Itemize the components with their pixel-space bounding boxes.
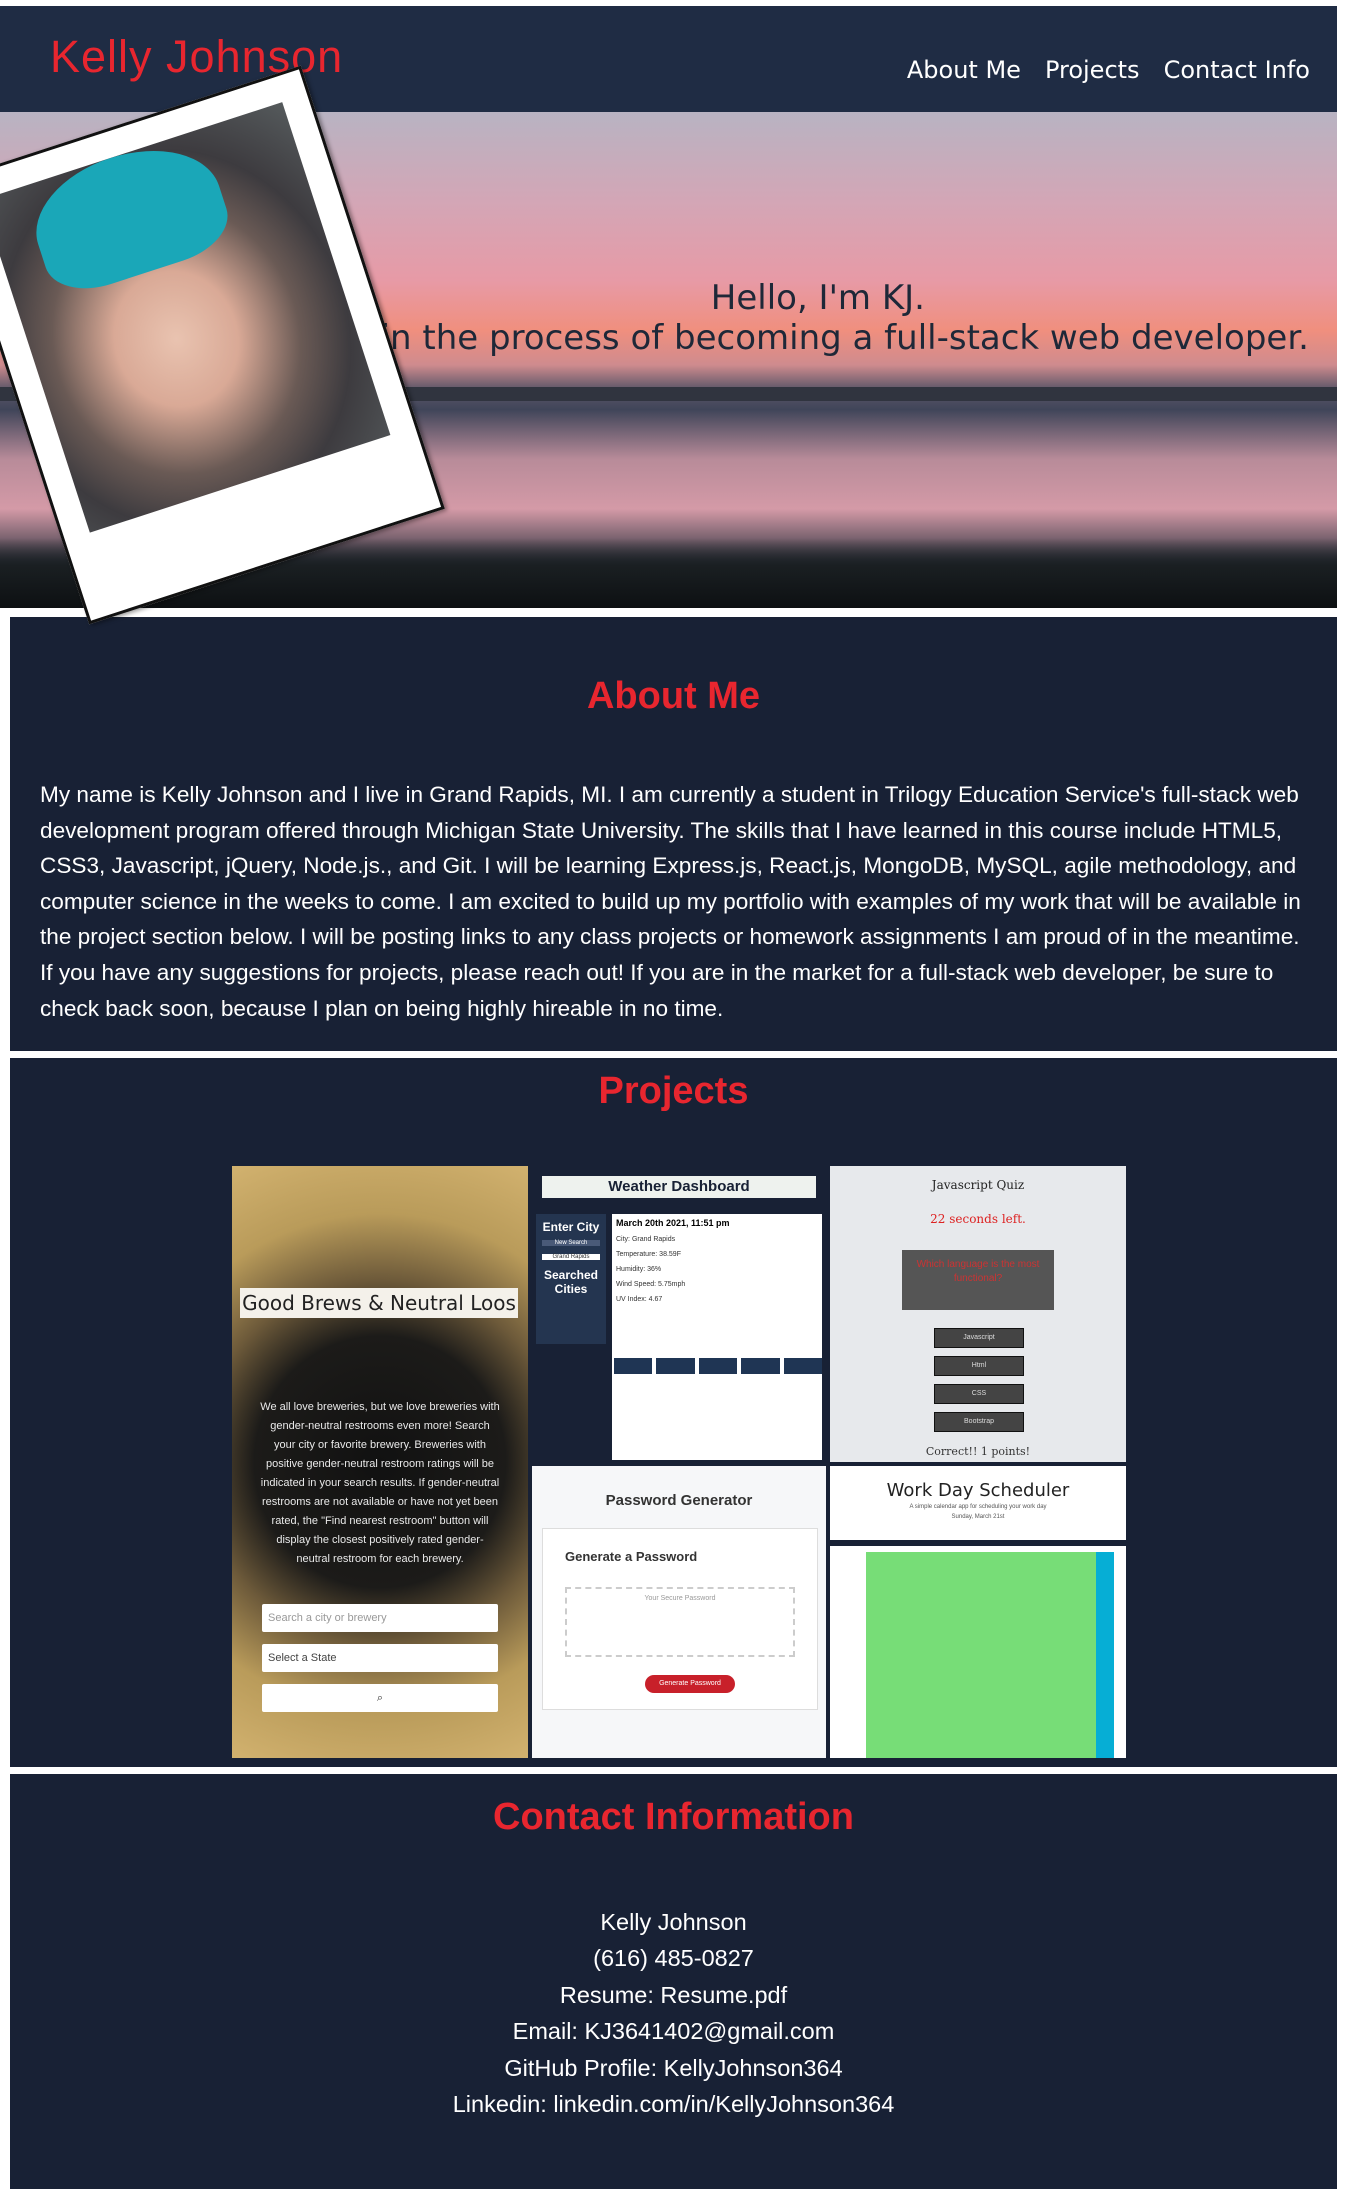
contact-section: Contact Information Kelly Johnson (616) … [10,1774,1337,2189]
forecast-cards [614,1358,823,1458]
forecast-card [614,1358,653,1458]
enter-city-label: Enter City [542,1220,600,1234]
scheduler-title: Work Day Scheduler [886,1480,1070,1501]
forecast-card [783,1358,823,1458]
contact-phone: (616) 485-0827 [593,1945,754,1972]
forecast-card [656,1358,695,1458]
generate-password-button: Generate Password [645,1675,735,1693]
weather-city: City: Grand Rapids [616,1236,676,1243]
grand-rapids-button: Grand Rapids [542,1254,600,1260]
brews-search-input: Search a city or brewery [262,1604,498,1632]
password-subtitle: Generate a Password [565,1549,698,1564]
project-grid: Good Brews & Neutral Loos We all love br… [232,1166,1126,1758]
hero-greeting: Hello, I'm KJ. [710,278,925,318]
weather-sidebar: Enter City New Search Grand Rapids Searc… [536,1214,606,1344]
weather-uv: UV Index: 4.67 [616,1296,663,1303]
brews-state-select: Select a State [262,1644,498,1672]
contact-email-link[interactable]: Email: KJ3641402@gmail.com [10,2013,1337,2049]
profile-photo [0,102,391,533]
hero-tagline: I'm in the process of becoming a full-st… [317,318,1309,358]
forecast-label: 5-Day Forecast: [612,1342,695,1354]
weather-date: March 20th 2021, 11:51 pm [616,1218,730,1228]
contact-linkedin-link[interactable]: Linkedin: linkedin.com/in/KellyJohnson36… [10,2086,1337,2122]
quiz-answer: CSS [934,1384,1024,1404]
contact-name: Kelly Johnson [600,1909,747,1935]
quiz-score: Correct!! 1 points! [925,1445,1031,1458]
quiz-answer: Html [934,1356,1024,1376]
password-card: Generate a Password Your Secure Password… [542,1528,818,1710]
scheduler-header: Work Day Scheduler A simple calendar app… [830,1466,1126,1540]
nav-projects[interactable]: Projects [1045,56,1140,84]
scheduler-rows [866,1552,1096,1758]
contact-heading: Contact Information [493,1796,854,1838]
password-title: Password Generator [605,1492,753,1509]
forecast-card [741,1358,780,1458]
project-work-day-scheduler[interactable]: Work Day Scheduler A simple calendar app… [830,1466,1126,1758]
profile-hair [19,128,238,302]
nav-about[interactable]: About Me [907,56,1021,84]
projects-section: Projects Good Brews & Neutral Loos We al… [10,1058,1337,1767]
projects-heading: Projects [598,1070,749,1112]
forecast-card [698,1358,738,1458]
brews-title: Good Brews & Neutral Loos [240,1288,518,1318]
nav-contact[interactable]: Contact Info [1164,56,1310,84]
scheduler-subtitle: A simple calendar app for scheduling you… [909,1504,1047,1510]
password-output: Your Secure Password [565,1587,795,1657]
navbar: Kelly Johnson About Me Projects Contact … [0,6,1337,112]
about-body: My name is Kelly Johnson and I live in G… [40,782,1301,1021]
weather-temp: Temperature: 38.59F [616,1251,681,1258]
contact-resume-link[interactable]: Resume: Resume.pdf [10,1977,1337,2013]
scheduler-save-column [1096,1552,1114,1758]
nav-links: About Me Projects Contact Info [907,56,1310,84]
project-password-generator[interactable]: Password Generator Generate a Password Y… [532,1466,826,1758]
project-good-brews[interactable]: Good Brews & Neutral Loos We all love br… [232,1166,528,1758]
about-heading: About Me [586,675,761,717]
weather-title: Weather Dashboard [542,1176,816,1198]
brews-description: We all love breweries, but we love brewe… [260,1401,500,1565]
searched-cities-label: Searched Cities [543,1268,599,1296]
contact-github-link[interactable]: GitHub Profile: KellyJohnson364 [10,2050,1337,2086]
weather-wind: Wind Speed: 5.75mph [616,1281,686,1288]
about-section: About Me My name is Kelly Johnson and I … [10,617,1337,1051]
quiz-title: Javascript Quiz [931,1178,1025,1192]
scheduler-date: Sunday, March 21st [951,1514,1005,1520]
quiz-answer: Javascript [934,1328,1024,1348]
new-search-button: New Search [542,1240,600,1246]
contact-details: Kelly Johnson (616) 485-0827 Resume: Res… [10,1904,1337,2122]
quiz-timer: 22 seconds left. [930,1212,1026,1226]
project-javascript-quiz[interactable]: Javascript Quiz 22 seconds left. Which l… [830,1166,1126,1462]
search-icon: ⌕ [262,1684,498,1712]
project-weather-dashboard[interactable]: Weather Dashboard Enter City New Search … [532,1166,826,1462]
quiz-answer: Bootstrap [934,1412,1024,1432]
quiz-question: Which language is the most functional? [902,1250,1054,1310]
weather-humidity: Humidity: 36% [616,1266,662,1273]
